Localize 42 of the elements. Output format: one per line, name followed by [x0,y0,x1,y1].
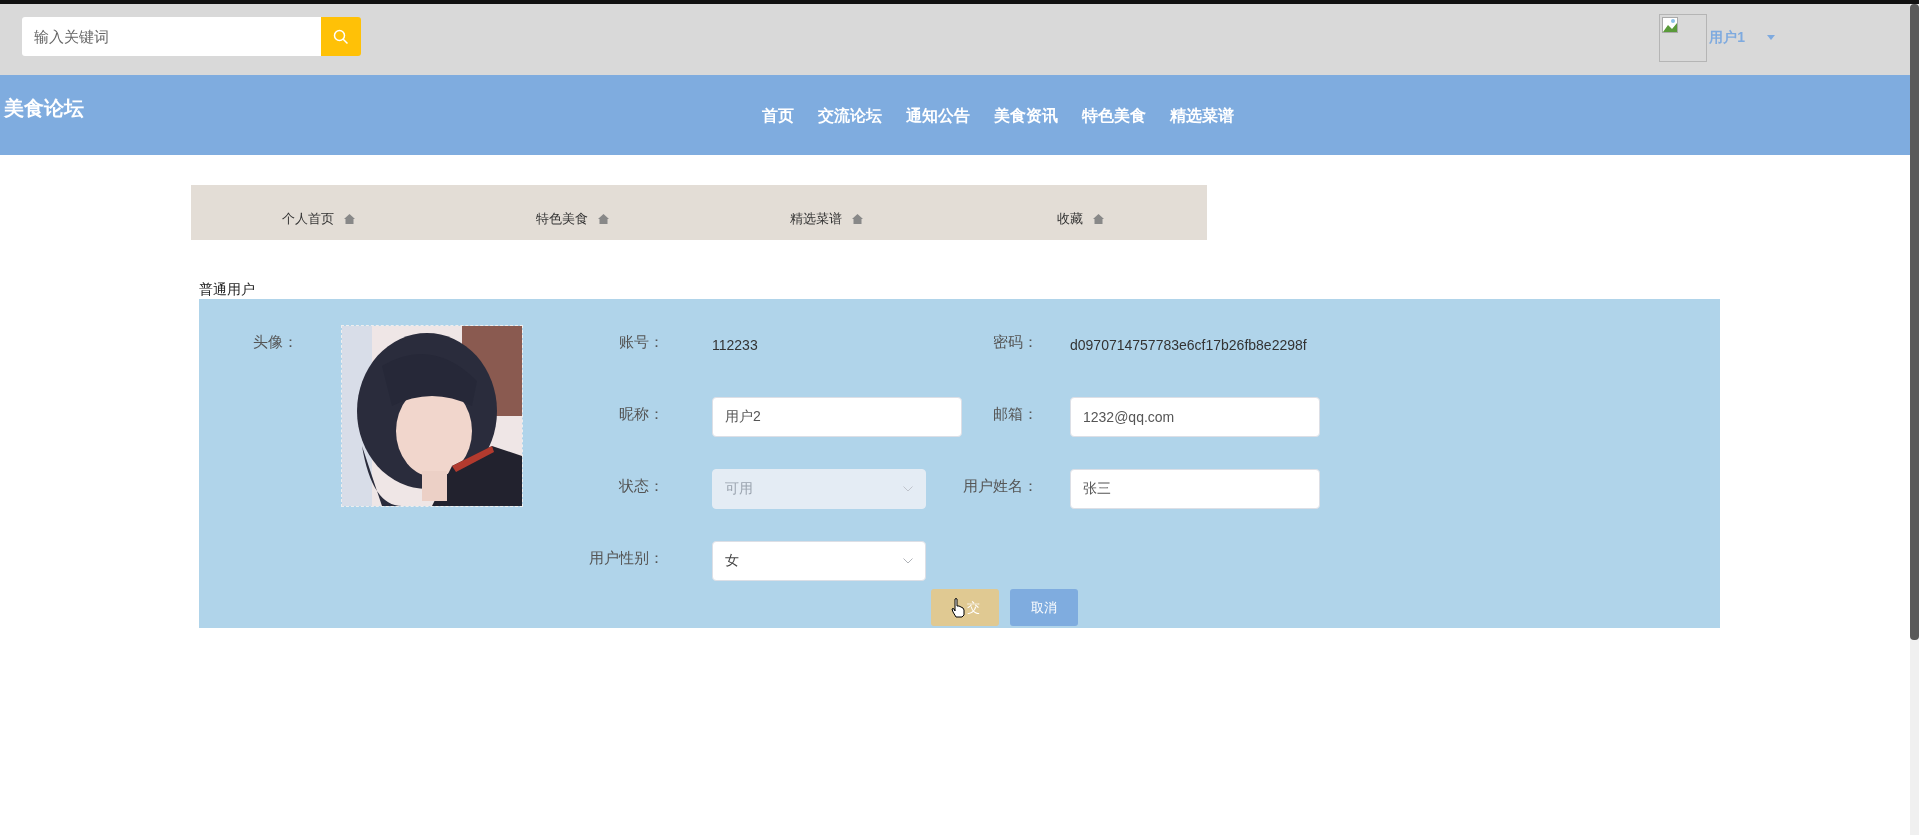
tab-link[interactable]: 收藏 [1056,209,1083,228]
cancel-button[interactable]: 取消 [1010,589,1078,626]
chevron-icon [903,486,913,492]
username-link[interactable]: 用户1 [1709,28,1745,47]
nav-link[interactable]: 特色美食 [1082,105,1146,127]
input-field[interactable]: 用户2 [712,397,962,437]
house-icon [1092,213,1104,224]
house-icon [851,213,863,224]
field-label: 邮箱： [992,404,1039,424]
field-label: 密码： [992,332,1039,352]
broken-image-icon[interactable] [1659,13,1708,62]
field-label: 昵称： [618,404,665,424]
field-label: 状态： [618,476,665,496]
submit-button[interactable]: 交 [931,589,999,626]
tab-link[interactable]: 精选菜谱 [789,209,842,228]
nav-link[interactable]: 美食资讯 [994,105,1058,127]
field-value: d0970714757783e6cf17b26fb8e2298f [1070,337,1307,353]
field-label: 账号： [618,332,665,352]
house-icon [597,213,609,224]
chevron-icon [903,558,913,564]
input-field[interactable]: 1232@qq.com [1070,397,1320,437]
field-value: 112233 [712,337,758,353]
select-field[interactable]: 女 [712,541,926,581]
nav-link[interactable]: 通知公告 [906,105,970,127]
nav-link[interactable]: 首页 [762,105,794,127]
search-field[interactable]: 输入关键词 [22,17,321,56]
nav-link[interactable]: 交流论坛 [818,105,882,127]
tab-link[interactable]: 个人首页 [281,209,334,228]
field-label: 用户性别： [588,548,665,568]
site-title: 美食论坛 [4,96,85,121]
hand-cursor-icon [950,597,965,618]
nav-link[interactable]: 精选菜谱 [1170,105,1234,127]
search-icon [333,28,349,45]
caret-icon[interactable] [1767,35,1775,40]
scrollbar[interactable] [1910,4,1919,835]
select-field: 可用 [712,469,926,509]
field-label: 用户姓名： [962,476,1039,496]
tab-link[interactable]: 特色美食 [535,209,588,228]
field-label: 头像： [253,333,299,352]
house-icon [343,213,355,224]
section-title: 普通用户 [199,281,256,299]
input-field[interactable]: 张三 [1070,469,1320,509]
